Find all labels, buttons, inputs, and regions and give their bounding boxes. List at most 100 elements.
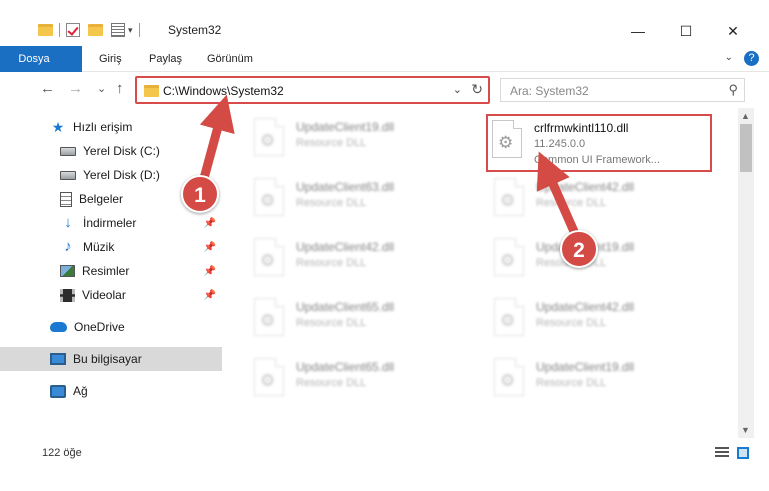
separator [138, 23, 140, 37]
search-input[interactable]: Ara: System32 ⚲ [500, 78, 745, 102]
dll-file-icon [254, 238, 284, 276]
dll-file-icon [494, 358, 524, 396]
sidebar-item-quick-access[interactable]: ★ Hızlı erişim [0, 115, 222, 139]
large-icons-view-icon[interactable] [737, 447, 749, 459]
documents-icon [60, 191, 72, 207]
file-item[interactable]: UpdateClient42.dll Resource DLL [486, 172, 716, 228]
sidebar-item-onedrive[interactable]: OneDrive [0, 315, 222, 339]
dll-file-icon [254, 298, 284, 336]
step-2-badge: 2 [560, 230, 598, 268]
star-icon: ★ [51, 119, 65, 135]
tab-share[interactable]: Paylaş [149, 46, 182, 72]
tab-view[interactable]: Görünüm [207, 46, 253, 72]
navigation-pane: ★ Hızlı erişim Yerel Disk (C:) Yerel Dis… [0, 108, 226, 438]
file-item[interactable]: UpdateClient65.dll Resource DLL [246, 292, 476, 348]
forward-button[interactable]: → [68, 80, 83, 97]
network-icon [50, 384, 66, 398]
title-bar: ▾ System32 — ☐ ✕ [0, 0, 769, 46]
file-name: crlfrmwkintl110.dll [534, 121, 629, 135]
file-item[interactable]: UpdateClient65.dll Resource DLL [246, 352, 476, 408]
file-name: UpdateClient63.dll [296, 180, 395, 194]
file-name: UpdateClient19.dll [296, 120, 395, 134]
file-item-highlighted[interactable]: crlfrmwkintl110.dll 11.245.0.0 Common UI… [486, 114, 712, 172]
file-name: UpdateClient42.dll [296, 240, 395, 254]
minimize-icon: — [631, 23, 645, 39]
file-item[interactable]: UpdateClient42.dll Resource DLL [246, 232, 476, 288]
properties-check-icon[interactable] [66, 23, 80, 37]
sidebar-item-label: Yerel Disk (C:) [83, 144, 160, 158]
sidebar-item-network[interactable]: Ağ [0, 379, 222, 403]
file-description: Resource DLL [296, 377, 367, 389]
pin-icon[interactable]: 📌 [204, 218, 216, 229]
ribbon: Dosya Giriş Paylaş Görünüm ⌄ ? [0, 46, 769, 72]
scroll-up-icon[interactable]: ▲ [741, 111, 750, 121]
sidebar-item-label: Bu bilgisayar [73, 352, 142, 366]
sidebar-item-label: İndirmeler [83, 216, 137, 230]
scroll-down-icon[interactable]: ▼ [741, 425, 750, 435]
vertical-scrollbar[interactable]: ▲ ▼ [738, 108, 754, 438]
scrollbar-thumb[interactable] [740, 124, 752, 172]
sidebar-item-videos[interactable]: Videolar 📌 [0, 283, 222, 307]
dll-file-icon [254, 118, 284, 156]
sidebar-item-pictures[interactable]: Resimler 📌 [0, 259, 222, 283]
sidebar-item-label: Resimler [82, 264, 130, 278]
file-item[interactable]: UpdateClient19.dll Resource DLL [486, 232, 716, 288]
pin-icon[interactable]: 📌 [204, 290, 216, 301]
ribbon-expand-icon[interactable]: ⌄ [725, 52, 733, 63]
pin-icon[interactable]: 📌 [204, 266, 216, 277]
search-icon[interactable]: ⚲ [728, 82, 738, 98]
recent-locations-button[interactable]: ⌄ [97, 82, 106, 95]
file-name: UpdateClient42.dll [536, 300, 635, 314]
tab-file[interactable]: Dosya [0, 46, 82, 72]
sidebar-item-this-pc[interactable]: Bu bilgisayar [0, 347, 222, 371]
file-description: Resource DLL [296, 257, 367, 269]
minimize-button[interactable]: — [615, 16, 661, 46]
sidebar-item-local-disk-c[interactable]: Yerel Disk (C:) [0, 139, 222, 163]
quick-access-toolbar: ▾ [38, 20, 146, 40]
sidebar-item-label: Hızlı erişim [73, 120, 133, 134]
maximize-button[interactable]: ☐ [663, 16, 709, 46]
dll-file-icon [494, 178, 524, 216]
pictures-icon [60, 265, 75, 277]
address-dropdown-icon[interactable]: ⌄ [453, 83, 462, 96]
new-folder-icon[interactable] [88, 24, 103, 36]
back-button[interactable]: ← [40, 80, 55, 97]
file-item[interactable]: UpdateClient19.dll Resource DLL [246, 112, 476, 168]
close-button[interactable]: ✕ [710, 16, 756, 46]
step-1-badge: 1 [181, 175, 219, 213]
file-description: Common UI Framework... [534, 154, 660, 166]
dll-file-icon [254, 178, 284, 216]
file-item[interactable]: UpdateClient19.dll Resource DLL [486, 352, 716, 408]
address-bar[interactable]: C:\Windows\System32 ⌄ ↻ [135, 76, 490, 104]
refresh-icon[interactable]: ↻ [471, 81, 483, 98]
help-icon[interactable]: ? [744, 51, 759, 66]
sidebar-item-label: OneDrive [74, 320, 125, 334]
search-placeholder: Ara: System32 [510, 84, 589, 98]
window-title: System32 [168, 23, 222, 37]
tab-home[interactable]: Giriş [99, 46, 122, 72]
sidebar-item-music[interactable]: ♪ Müzik 📌 [0, 235, 222, 259]
sidebar-item-downloads[interactable]: ↓ İndirmeler 📌 [0, 211, 222, 235]
file-item[interactable]: UpdateClient63.dll Resource DLL [246, 172, 476, 228]
videos-icon [60, 288, 75, 302]
computer-icon [50, 353, 66, 365]
folder-icon [38, 24, 53, 36]
sidebar-item-label: Yerel Disk (D:) [83, 168, 160, 182]
file-description: Resource DLL [296, 197, 367, 209]
status-bar: 122 öğe [0, 438, 769, 468]
disk-icon [60, 146, 76, 156]
file-item[interactable]: UpdateClient42.dll Resource DLL [486, 292, 716, 348]
dll-file-icon [492, 120, 522, 158]
sidebar-item-label: Ağ [73, 384, 88, 398]
pin-icon[interactable]: 📌 [204, 242, 216, 253]
address-path[interactable]: C:\Windows\System32 [163, 84, 284, 98]
sidebar-item-label: Müzik [83, 240, 115, 254]
properties-icon[interactable] [111, 23, 125, 37]
details-view-icon[interactable] [715, 447, 729, 459]
separator [59, 23, 60, 37]
dll-file-icon [494, 238, 524, 276]
cloud-icon [50, 322, 67, 332]
up-button[interactable]: ↑ [116, 80, 124, 97]
music-icon: ♪ [64, 238, 72, 255]
customize-dropdown-icon[interactable]: ▾ [128, 25, 133, 36]
